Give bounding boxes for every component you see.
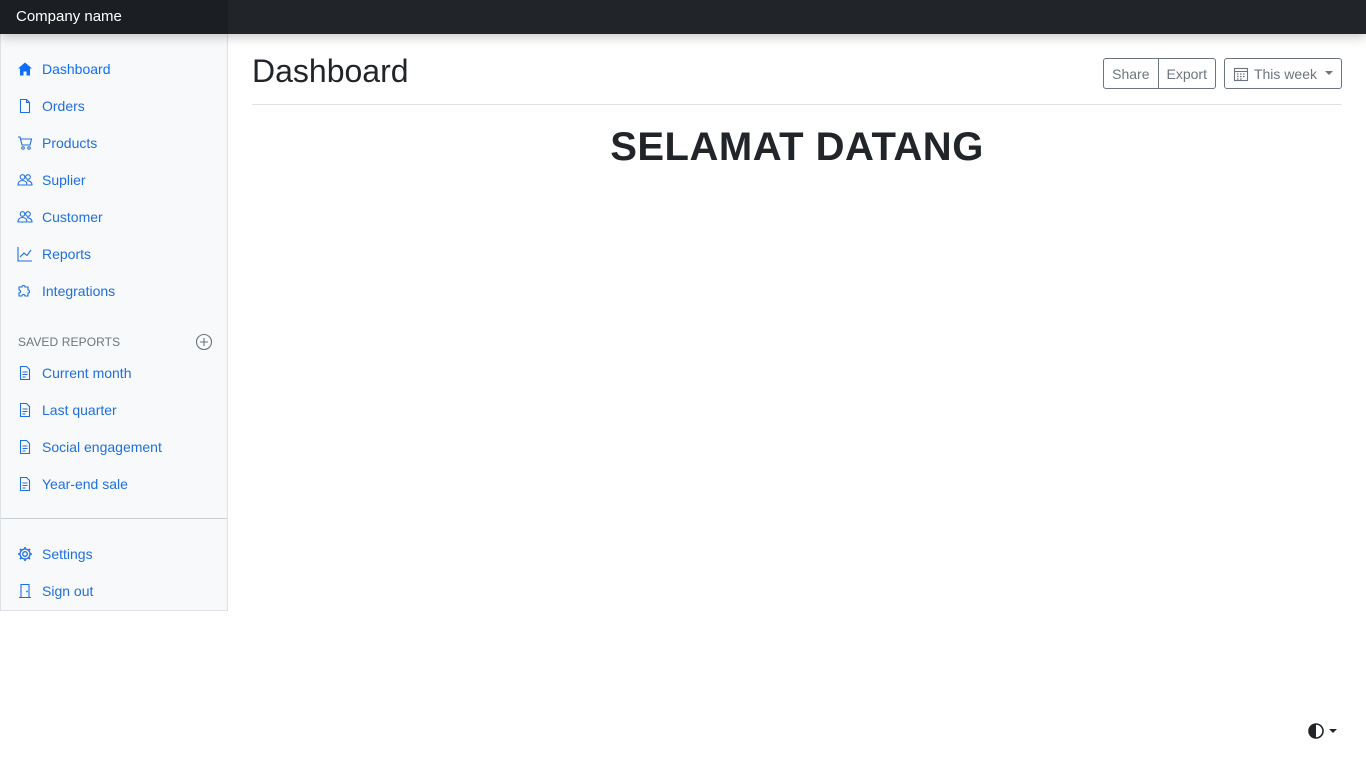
file-icon <box>17 98 33 114</box>
cart-icon <box>17 135 33 151</box>
door-icon <box>17 583 33 599</box>
saved-report-label: Year-end sale <box>42 476 128 492</box>
saved-report-social-engagement[interactable]: Social engagement <box>17 436 162 458</box>
saved-report-label: Current month <box>42 365 132 381</box>
contrast-icon <box>1307 722 1325 740</box>
saved-reports-heading: SAVED REPORTS <box>18 335 121 349</box>
chevron-down-icon <box>1325 70 1333 75</box>
sidebar: Dashboard Orders Products Suplier Custom… <box>0 34 228 611</box>
file-text-icon <box>17 476 33 492</box>
sidebar-item-dashboard[interactable]: Dashboard <box>17 58 111 80</box>
sidebar-item-customer[interactable]: Customer <box>17 206 103 228</box>
sidebar-item-label: Integrations <box>42 283 116 299</box>
sidebar-item-label: Settings <box>42 546 93 562</box>
file-text-icon <box>17 439 33 455</box>
file-text-icon <box>17 402 33 418</box>
toolbar: Share Export This week <box>1103 58 1342 89</box>
puzzle-icon <box>17 283 33 299</box>
graph-icon <box>17 246 33 262</box>
people-icon <box>17 172 33 188</box>
sidebar-item-label: Customer <box>42 209 103 225</box>
brand-link[interactable]: Company name <box>0 0 228 34</box>
sidebar-item-integrations[interactable]: Integrations <box>17 280 115 302</box>
sidebar-item-orders[interactable]: Orders <box>17 95 85 117</box>
sidebar-item-settings[interactable]: Settings <box>17 543 93 565</box>
gear-icon <box>17 546 33 562</box>
top-navbar: Company name <box>0 0 1366 34</box>
page-title: Dashboard <box>252 53 409 89</box>
sidebar-item-label: Dashboard <box>42 61 111 77</box>
date-range-label: This week <box>1253 65 1317 82</box>
sidebar-item-label: Orders <box>42 98 85 114</box>
theme-toggle-button[interactable] <box>1307 721 1339 741</box>
saved-report-current-month[interactable]: Current month <box>17 362 131 384</box>
export-button[interactable]: Export <box>1157 58 1216 89</box>
file-text-icon <box>17 365 33 381</box>
sidebar-item-products[interactable]: Products <box>17 132 97 154</box>
saved-report-year-end-sale[interactable]: Year-end sale <box>17 473 128 495</box>
share-export-group: Share Export <box>1103 58 1216 89</box>
share-button[interactable]: Share <box>1103 58 1159 89</box>
sidebar-item-label: Reports <box>42 246 92 262</box>
saved-report-last-quarter[interactable]: Last quarter <box>17 399 117 421</box>
add-report-icon[interactable] <box>195 333 213 351</box>
sidebar-item-sign-out[interactable]: Sign out <box>17 580 93 602</box>
sidebar-item-reports[interactable]: Reports <box>17 243 91 265</box>
saved-report-label: Social engagement <box>42 439 162 455</box>
sidebar-item-label: Products <box>42 135 98 151</box>
sidebar-item-label: Sign out <box>42 583 94 599</box>
house-icon <box>17 61 33 77</box>
sidebar-divider <box>1 518 227 519</box>
sidebar-item-label: Suplier <box>42 172 86 188</box>
header-divider <box>252 104 1342 105</box>
calendar-icon <box>1233 66 1249 82</box>
chevron-down-icon <box>1329 729 1337 733</box>
date-range-dropdown[interactable]: This week <box>1223 58 1342 89</box>
sidebar-item-suplier[interactable]: Suplier <box>17 169 86 191</box>
people-icon <box>17 209 33 225</box>
welcome-heading: SELAMAT DATANG <box>610 125 984 169</box>
saved-report-label: Last quarter <box>42 402 117 418</box>
